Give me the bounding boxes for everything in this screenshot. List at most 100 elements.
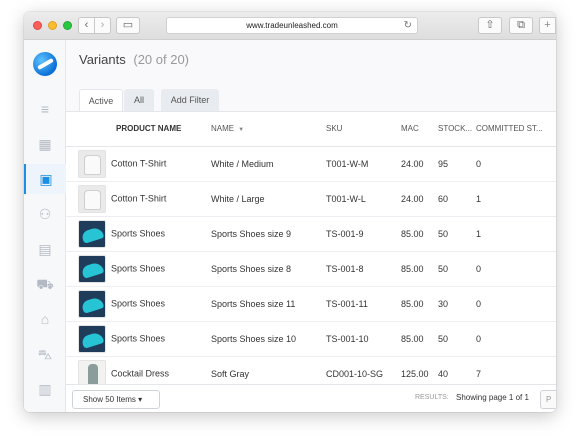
table-footer: Show 50 Items ▾ RESULTS: Showing page 1 …: [66, 384, 556, 412]
chevron-left-icon[interactable]: ‹: [78, 17, 95, 34]
chevron-down-icon: ▾: [138, 395, 143, 404]
zoom-window-button[interactable]: [63, 21, 72, 30]
page-size-dropdown[interactable]: Show 50 Items ▾: [72, 390, 160, 409]
cell-variant-name: White / Large: [211, 181, 326, 217]
cell-committed: 1: [476, 216, 556, 252]
table-row[interactable]: Sports Shoes Sports Shoes size 11 TS-001…: [66, 286, 556, 322]
cell-stock: 30: [438, 286, 476, 322]
cell-sku: TS-001-9: [326, 216, 401, 252]
close-window-button[interactable]: [33, 21, 42, 30]
column-label: COMMITTED ST...: [476, 124, 543, 134]
cart-add-icon[interactable]: ⛟: [24, 269, 66, 299]
cell-product-name: Sports Shoes: [111, 332, 166, 343]
product-thumbnail: [78, 289, 106, 318]
sidebar-toggle-icon[interactable]: ▭: [116, 17, 140, 34]
table-row[interactable]: Sports Shoes Sports Shoes size 9 TS-001-…: [66, 216, 556, 252]
table-row[interactable]: Sports Shoes Sports Shoes size 10 TS-001…: [66, 321, 556, 357]
cell-committed: 1: [476, 181, 556, 217]
table-row[interactable]: Cocktail Dress Soft Gray CD001-10-SG 125…: [66, 356, 556, 384]
cell-mac: 85.00: [401, 321, 438, 357]
table-row[interactable]: Sports Shoes Sports Shoes size 8 TS-001-…: [66, 251, 556, 287]
add-filter-button[interactable]: Add Filter: [161, 89, 219, 111]
cell-stock: 95: [438, 146, 476, 182]
page-size-label: Show 50 Items: [83, 395, 136, 404]
cell-sku: TS-001-11: [326, 286, 401, 322]
variants-table: PRODUCT NAME NAME ▼ SKU MAC STOCK... COMM…: [66, 111, 556, 384]
dashboard-icon[interactable]: ▦: [24, 129, 66, 159]
tabs-icon[interactable]: ⧉: [509, 17, 533, 34]
cell-variant-name: Sports Shoes size 8: [211, 251, 326, 287]
cell-variant-name: Soft Gray: [211, 356, 326, 384]
chevron-right-icon[interactable]: ›: [94, 17, 111, 34]
cell-product-name: Cocktail Dress: [111, 367, 170, 378]
column-header-sku[interactable]: SKU: [326, 112, 401, 147]
page-title-text: Variants: [79, 52, 126, 67]
table-row[interactable]: Cotton T-Shirt White / Medium T001-W-M 2…: [66, 146, 556, 182]
menu-icon[interactable]: ≡: [24, 94, 66, 124]
cell-variant-name: Sports Shoes size 11: [211, 286, 326, 322]
cell-variant-name: Sports Shoes size 9: [211, 216, 326, 252]
table-row[interactable]: Cotton T-Shirt White / Large T001-W-L 24…: [66, 181, 556, 217]
record-count: (20 of 20): [133, 52, 190, 67]
column-header-committed-stock[interactable]: COMMITTED ST...: [476, 112, 556, 147]
cell-mac: 24.00: [401, 181, 438, 217]
cell-product-name: Cotton T-Shirt: [111, 157, 167, 168]
previous-page-button[interactable]: P: [540, 390, 556, 409]
results-label: RESULTS:: [415, 394, 449, 401]
column-label: MAC: [401, 124, 419, 134]
users-icon[interactable]: ⚇: [24, 199, 66, 229]
tab-all[interactable]: All: [124, 89, 154, 111]
column-header-name[interactable]: NAME ▼: [211, 112, 326, 147]
column-header-mac[interactable]: MAC: [401, 112, 438, 147]
column-header-product-name[interactable]: PRODUCT NAME: [66, 112, 211, 147]
cell-product-name: Sports Shoes: [111, 297, 166, 308]
cell-sku: T001-W-M: [326, 146, 401, 182]
product-thumbnail: [78, 254, 106, 283]
browser-window: ‹ › ▭ www.tradeunleashed.com ↻ ⇧ ⧉ + ≡ ▦…: [24, 12, 556, 412]
cell-product-name: Sports Shoes: [111, 227, 166, 238]
cell-committed: 0: [476, 286, 556, 322]
sort-desc-icon: ▼: [238, 127, 245, 134]
app-sidebar: ≡ ▦ ▣ ⚇ ▤ ⛟ ⌂ ⛍ ▥: [24, 40, 66, 412]
cell-stock: 50: [438, 321, 476, 357]
cell-mac: 85.00: [401, 286, 438, 322]
cell-variant-name: White / Medium: [211, 146, 326, 182]
column-header-stock[interactable]: STOCK...: [438, 112, 476, 147]
product-thumbnail: [78, 324, 106, 353]
product-thumbnail: [78, 359, 106, 384]
product-thumbnail: [78, 149, 106, 178]
tab-active[interactable]: Active: [79, 89, 123, 111]
cell-sku: TS-001-8: [326, 251, 401, 287]
cell-sku: CD001-10-SG: [326, 356, 401, 384]
factory-icon[interactable]: ⌂: [24, 304, 66, 334]
cell-sku: TS-001-10: [326, 321, 401, 357]
logo-icon: [33, 52, 57, 76]
cell-sku: T001-W-L: [326, 181, 401, 217]
cell-committed: 7: [476, 356, 556, 384]
share-icon[interactable]: ⇧: [478, 17, 502, 34]
reload-icon[interactable]: ↻: [404, 18, 412, 34]
product-thumbnail: [78, 219, 106, 248]
minimize-window-button[interactable]: [48, 21, 57, 30]
column-label: STOCK...: [438, 124, 473, 134]
cell-stock: 60: [438, 181, 476, 217]
main-content: Variants (20 of 20) Active All Add Filte…: [66, 40, 556, 412]
table-header-row: PRODUCT NAME NAME ▼ SKU MAC STOCK... COMM…: [66, 112, 556, 147]
column-label: SKU: [326, 124, 343, 134]
column-label: NAME: [211, 124, 235, 134]
shopping-cart-icon[interactable]: ⛍: [24, 339, 66, 369]
plus-icon[interactable]: +: [539, 17, 556, 34]
document-icon[interactable]: ▤: [24, 234, 66, 264]
column-label: PRODUCT NAME: [116, 124, 182, 134]
browser-toolbar: ‹ › ▭ www.tradeunleashed.com ↻ ⇧ ⧉ +: [24, 12, 556, 40]
cell-variant-name: Sports Shoes size 10: [211, 321, 326, 357]
cell-mac: 24.00: [401, 146, 438, 182]
reports-chart-icon[interactable]: ▥: [24, 374, 66, 404]
cell-mac: 125.00: [401, 356, 438, 384]
cell-stock: 50: [438, 216, 476, 252]
product-thumbnail: [78, 184, 106, 213]
address-bar[interactable]: www.tradeunleashed.com ↻: [166, 17, 418, 34]
inventory-box-icon[interactable]: ▣: [24, 164, 66, 194]
cell-committed: 0: [476, 146, 556, 182]
page-title: Variants (20 of 20): [79, 52, 189, 67]
